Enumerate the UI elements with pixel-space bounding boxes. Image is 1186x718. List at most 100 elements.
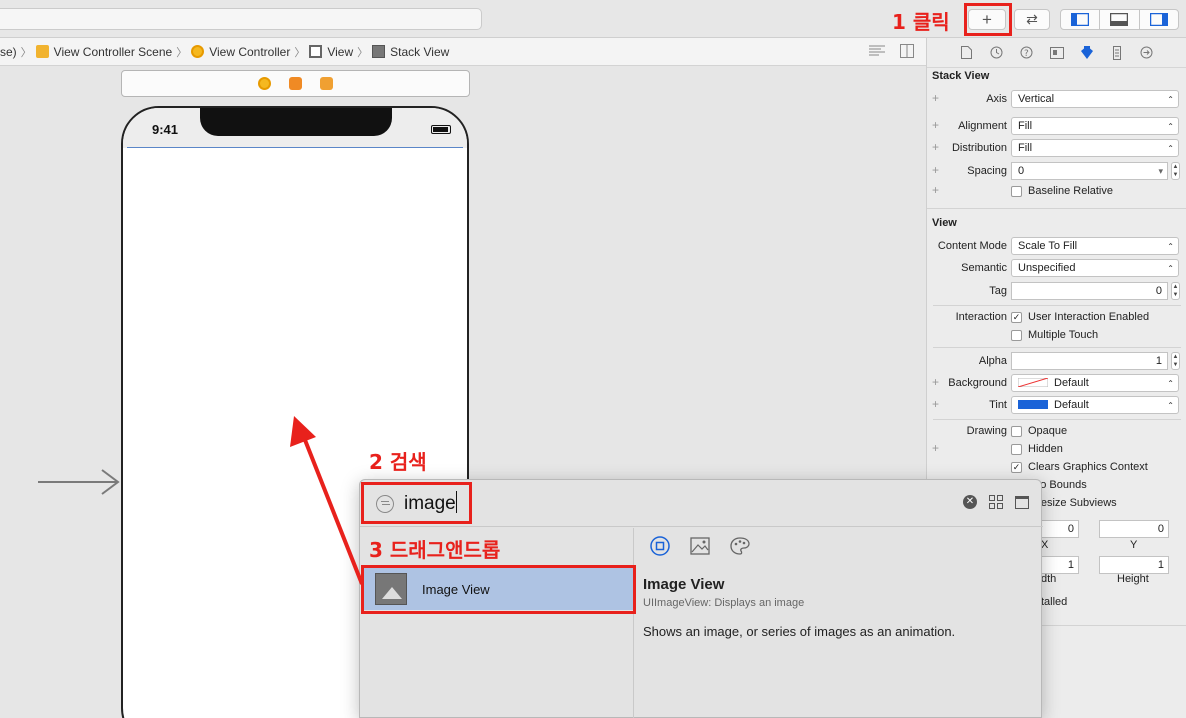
add-variation-icon[interactable]: + xyxy=(932,183,939,197)
grid-view-icon[interactable] xyxy=(989,495,1003,509)
step1-highlight-box xyxy=(964,3,1012,36)
view-controller-icon[interactable] xyxy=(258,77,271,90)
stretch-y-label: Y xyxy=(1130,539,1138,551)
stretch-width-label: dth xyxy=(1041,573,1057,585)
history-inspector-icon[interactable] xyxy=(989,45,1005,61)
stretch-y-field[interactable]: 0 xyxy=(1099,520,1169,538)
color-palette-tab-icon[interactable] xyxy=(730,536,750,556)
baseline-relative-checkbox[interactable]: Baseline Relative xyxy=(1011,182,1113,200)
view-section-title: View xyxy=(932,217,957,229)
status-bar: 9:41 xyxy=(123,108,467,148)
inspector-tabs: ? xyxy=(927,38,1186,68)
add-variation-icon[interactable]: + xyxy=(932,397,939,411)
multiple-touch-checkbox[interactable]: Multiple Touch xyxy=(1011,326,1098,344)
library-detail-pane: Image View UIImageView: Displays an imag… xyxy=(643,576,1033,639)
tint-label: Tint xyxy=(989,399,1007,411)
axis-popup[interactable]: Vertical xyxy=(1011,90,1179,108)
row-divider xyxy=(933,305,1181,306)
distribution-label: Distribution xyxy=(951,142,1007,154)
user-interaction-checkbox[interactable]: ✓ User Interaction Enabled xyxy=(1011,308,1149,326)
view-icon xyxy=(309,45,323,58)
entry-point-arrow[interactable] xyxy=(38,469,124,495)
stretch-x-field[interactable]: 0 xyxy=(1041,520,1079,538)
add-variation-icon[interactable]: + xyxy=(932,91,939,105)
background-popup[interactable]: Default xyxy=(1011,374,1179,392)
background-label: Background xyxy=(948,377,1007,389)
opaque-checkbox[interactable]: Opaque xyxy=(1011,422,1067,440)
spacing-stepper[interactable]: ▲ ▼ xyxy=(1171,162,1180,180)
spacing-row: + Spacing 0 ▲▼ xyxy=(927,162,1186,180)
axis-label: Axis xyxy=(986,93,1007,105)
detail-subtitle: UIImageView: Displays an image xyxy=(643,597,805,609)
semantic-label: Semantic xyxy=(961,262,1007,274)
objects-tab-icon[interactable] xyxy=(650,536,670,556)
chevron-right-icon: 〉 xyxy=(294,46,306,59)
add-variation-icon[interactable]: + xyxy=(932,441,939,455)
file-inspector-icon[interactable] xyxy=(959,45,975,61)
clears-graphics-context-checkbox[interactable]: ✓ Clears Graphics Context xyxy=(1011,458,1148,476)
panel-toggle-segment xyxy=(1060,9,1179,30)
tint-row: + Tint Default xyxy=(927,396,1186,414)
detail-pane-icon[interactable] xyxy=(1015,495,1029,509)
add-variation-icon[interactable]: + xyxy=(932,163,939,177)
baseline-row: + Baseline Relative xyxy=(927,182,1186,200)
toggle-debug-area-button[interactable] xyxy=(1100,10,1140,29)
minimap-icon[interactable] xyxy=(868,44,886,58)
semantic-popup[interactable]: Unspecified xyxy=(1011,259,1179,277)
breadcrumb-item-base[interactable]: se) xyxy=(0,45,17,59)
alignment-row: + Alignment Fill xyxy=(927,117,1186,135)
spacing-combo[interactable]: 0 xyxy=(1011,162,1168,180)
interaction-label: Interaction xyxy=(955,311,1007,323)
add-variation-icon[interactable]: + xyxy=(932,375,939,389)
alpha-field[interactable]: 1 xyxy=(1011,352,1168,370)
size-inspector-icon[interactable] xyxy=(1109,45,1125,61)
row-divider xyxy=(933,419,1181,420)
alpha-stepper[interactable]: ▲ ▼ xyxy=(1171,352,1180,370)
first-responder-icon[interactable] xyxy=(289,77,302,90)
breadcrumb-item-stack-view[interactable]: Stack View xyxy=(372,45,449,59)
distribution-popup[interactable]: Fill xyxy=(1011,139,1179,157)
multiple-touch-row: Multiple Touch xyxy=(927,326,1186,344)
no-color-swatch-icon xyxy=(1018,378,1048,387)
clears-context-row: ✓ Clears Graphics Context xyxy=(927,458,1186,476)
detail-title: Image View xyxy=(643,576,725,593)
hidden-checkbox[interactable]: Hidden xyxy=(1011,440,1063,458)
connections-inspector-icon[interactable] xyxy=(1139,45,1155,61)
tag-stepper[interactable]: ▲ ▼ xyxy=(1171,282,1180,300)
semantic-row: Semantic Unspecified xyxy=(927,259,1186,277)
quick-help-icon[interactable]: ? xyxy=(1019,45,1035,61)
media-tab-icon[interactable] xyxy=(690,536,710,556)
interaction-row: Interaction ✓ User Interaction Enabled xyxy=(927,308,1186,326)
installed-label: talled xyxy=(1041,596,1068,608)
add-variation-icon[interactable]: + xyxy=(932,140,939,154)
tag-field[interactable]: 0 xyxy=(1011,282,1168,300)
step2-annotation: 2 검색 xyxy=(369,450,427,474)
add-editor-icon[interactable] xyxy=(900,44,918,58)
code-review-button[interactable]: ⇄ xyxy=(1014,9,1050,30)
breadcrumb-item-view[interactable]: View xyxy=(309,45,353,59)
content-mode-row: Content Mode Scale To Fill xyxy=(927,237,1186,255)
chevron-right-icon: 〉 xyxy=(357,46,369,59)
clear-search-icon[interactable]: ✕ xyxy=(963,495,977,509)
content-mode-popup[interactable]: Scale To Fill xyxy=(1011,237,1179,255)
toggle-inspector-button[interactable] xyxy=(1140,10,1178,29)
exit-icon[interactable] xyxy=(320,77,333,90)
scene-dock xyxy=(121,70,470,97)
add-variation-icon[interactable]: + xyxy=(932,118,939,132)
svg-text:?: ? xyxy=(1024,49,1029,59)
debug-panel-icon xyxy=(1110,13,1129,26)
identity-inspector-icon[interactable] xyxy=(1049,45,1065,61)
breadcrumb-item-view-controller[interactable]: View Controller xyxy=(191,45,290,59)
toggle-navigator-button[interactable] xyxy=(1061,10,1101,29)
attributes-inspector-icon[interactable] xyxy=(1079,45,1095,61)
breadcrumb-item-scene[interactable]: View Controller Scene xyxy=(35,45,172,59)
tint-popup[interactable]: Default xyxy=(1011,396,1179,414)
view-controller-icon xyxy=(191,45,205,58)
stretch-height-field[interactable]: 1 xyxy=(1099,556,1169,574)
scene-icon xyxy=(35,45,49,58)
stretch-width-field[interactable]: 1 xyxy=(1041,556,1079,574)
alignment-popup[interactable]: Fill xyxy=(1011,117,1179,135)
section-divider xyxy=(927,208,1186,209)
step3-highlight-box xyxy=(361,565,636,614)
hidden-row: + Hidden xyxy=(927,440,1186,458)
